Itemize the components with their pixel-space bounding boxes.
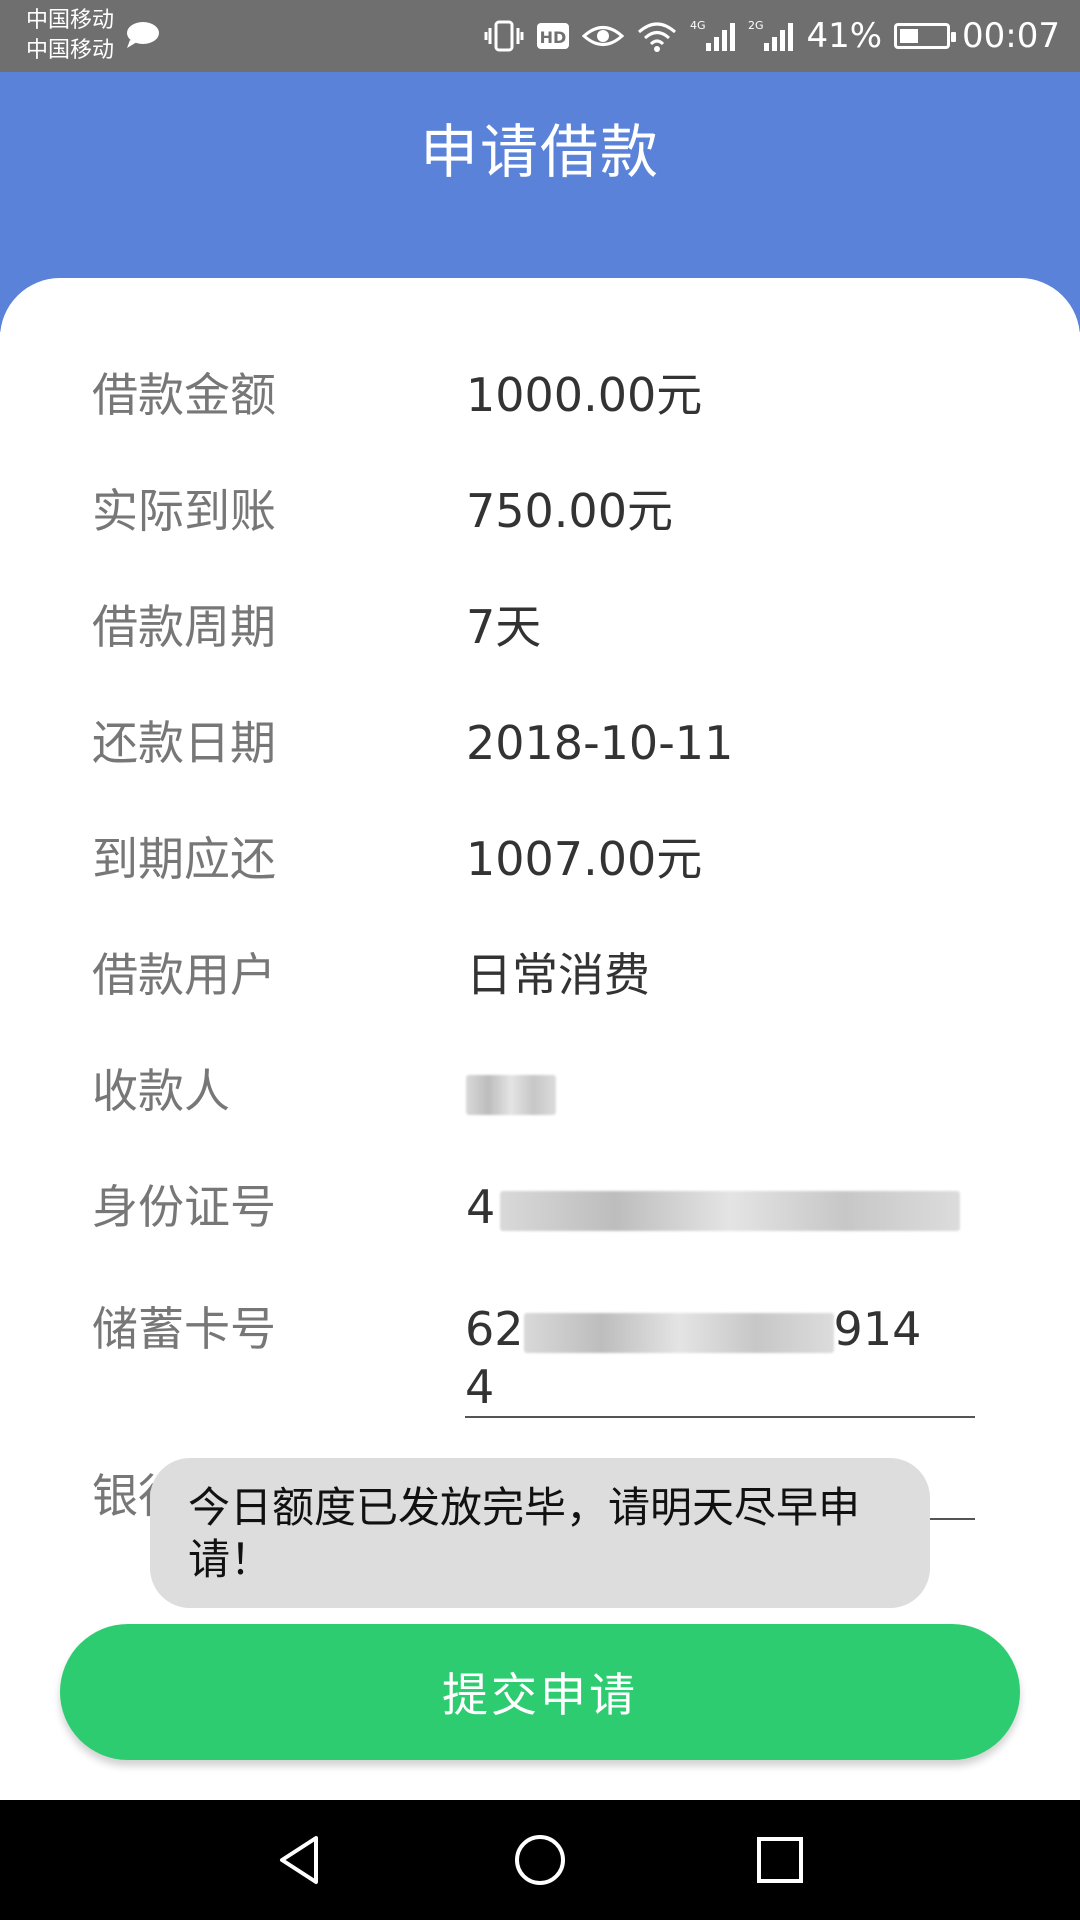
- info-row-label: 到期应还: [92, 832, 276, 886]
- info-row-value: 1000.00元: [466, 368, 703, 422]
- card-number-mask: [523, 1312, 834, 1353]
- svg-text:HD: HD: [540, 28, 567, 47]
- info-row-label: 借款金额: [92, 368, 276, 422]
- status-icons: HD 4G 2G 41% 00:07: [484, 0, 1060, 72]
- submit-application-button[interactable]: 提交申请: [60, 1624, 1020, 1760]
- eye-icon: [582, 26, 625, 46]
- svg-text:4G: 4G: [690, 19, 706, 32]
- battery-icon: [894, 23, 957, 49]
- card-number-end: 914: [833, 1302, 922, 1356]
- status-bar: 中国移动 中国移动 HD 4G 2G 41% 00:07: [0, 0, 1080, 72]
- chat-bubble-icon: [127, 22, 159, 48]
- signal-2g-icon: 2G: [748, 19, 794, 51]
- wifi-icon: [638, 22, 677, 52]
- card-number-start: 62: [465, 1302, 524, 1356]
- carrier-label-1: 中国移动: [26, 8, 115, 33]
- info-row-value: 1007.00元: [466, 832, 703, 886]
- back-icon[interactable]: [270, 1830, 330, 1890]
- info-row-label: 实际到账: [92, 484, 276, 538]
- card-number-label: 储蓄卡号: [92, 1302, 276, 1356]
- info-row-value: 750.00元: [466, 484, 673, 538]
- info-row-label: 收款人: [92, 1064, 230, 1118]
- signal-4g-icon: 4G: [690, 19, 736, 51]
- battery-percent: 41%: [806, 16, 883, 56]
- info-row-label: 借款用户: [92, 948, 276, 1002]
- masked-value: [466, 1074, 556, 1115]
- page-title: 申请借款: [419, 118, 660, 186]
- recent-apps-icon[interactable]: [750, 1830, 810, 1890]
- vibrate-icon: [484, 20, 524, 52]
- info-row-value: 2018-10-11: [466, 716, 734, 770]
- card-number-field[interactable]: 62 914 4: [465, 1300, 975, 1418]
- carrier-label-2: 中国移动: [26, 38, 115, 63]
- info-row-label: 还款日期: [92, 716, 276, 770]
- toast-message: 今日额度已发放完毕，请明天尽早申请！: [150, 1458, 930, 1608]
- card-number-line2: 4: [465, 1360, 495, 1414]
- mask-wrapper: [466, 1062, 556, 1120]
- home-icon[interactable]: [510, 1830, 570, 1890]
- info-row-label: 身份证号: [92, 1180, 276, 1234]
- info-row-value: 7天: [466, 600, 542, 654]
- svg-text:2G: 2G: [748, 19, 764, 32]
- masked-value: [500, 1190, 960, 1231]
- info-row-value: 4: [466, 1180, 496, 1234]
- info-row-value: 日常消费: [466, 948, 650, 1002]
- mask-wrapper: [494, 1178, 960, 1236]
- info-row-label: 借款周期: [92, 600, 276, 654]
- bank-phone-underline: [930, 1518, 975, 1520]
- clock: 00:07: [962, 16, 1060, 56]
- navigation-bar: [0, 1800, 1080, 1920]
- hd-icon: HD: [537, 23, 570, 49]
